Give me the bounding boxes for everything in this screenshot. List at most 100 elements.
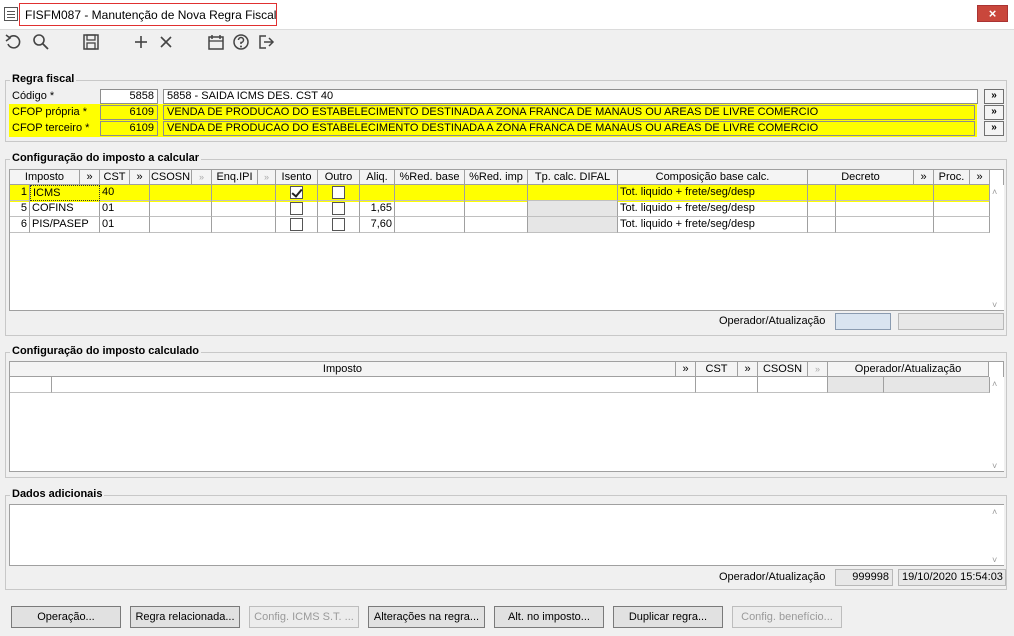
cell-red-imp[interactable] xyxy=(465,185,528,201)
cell-aliq[interactable]: 1,65 xyxy=(360,201,395,217)
cell-imposto[interactable] xyxy=(52,377,696,393)
codigo-lookup-button[interactable]: » xyxy=(984,89,1004,104)
cell-cst[interactable]: 01 xyxy=(100,201,150,217)
outro-checkbox[interactable] xyxy=(332,186,345,199)
isento-checkbox[interactable] xyxy=(290,202,303,215)
outro-checkbox[interactable] xyxy=(332,218,345,231)
regra-relacionada-button[interactable]: Regra relacionada... xyxy=(130,606,240,628)
cell-decreto-code[interactable] xyxy=(808,185,836,201)
cell-enq-ipi[interactable] xyxy=(212,201,276,217)
save-icon[interactable] xyxy=(81,33,101,53)
cell-composicao[interactable]: Tot. liquido + frete/seg/desp xyxy=(618,185,808,201)
cfop-propria-input[interactable]: 6109 xyxy=(100,105,158,120)
scroll-up-icon[interactable]: ˄ xyxy=(992,507,997,517)
operacao-button[interactable]: Operação... xyxy=(11,606,121,628)
calendar-icon[interactable] xyxy=(206,33,226,53)
cell-decreto[interactable] xyxy=(836,201,934,217)
config-beneficio-button[interactable]: Config. benefício... xyxy=(732,606,842,628)
scroll-down-icon[interactable]: ˅ xyxy=(992,300,997,310)
col-header-imposto[interactable]: Imposto xyxy=(10,170,80,185)
cell-imposto[interactable]: ICMS xyxy=(30,185,100,201)
scroll-up-icon[interactable]: ˄ xyxy=(992,379,997,389)
scroll-down-icon[interactable]: ˅ xyxy=(992,555,997,565)
cell-cst[interactable]: 40 xyxy=(100,185,150,201)
col-header-decreto[interactable]: Decreto xyxy=(808,170,914,185)
outro-checkbox[interactable] xyxy=(332,202,345,215)
search-icon[interactable] xyxy=(31,33,51,53)
close-button[interactable]: × xyxy=(977,5,1008,22)
col-header-proc-more[interactable]: » xyxy=(970,170,990,185)
cell-decreto-code[interactable] xyxy=(808,217,836,233)
codigo-input[interactable]: 5858 xyxy=(100,89,158,104)
cell-aliq[interactable]: 7,60 xyxy=(360,217,395,233)
alteracoes-regra-button[interactable]: Alterações na regra... xyxy=(368,606,485,628)
col-header-enq-ipi[interactable]: Enq.IPI xyxy=(212,170,258,185)
col-header-composicao[interactable]: Composição base calc. xyxy=(618,170,808,185)
cell-cst[interactable] xyxy=(696,377,758,393)
dados-adicionais-textarea[interactable] xyxy=(9,504,1004,566)
calc-vertical-scrollbar[interactable]: ˄ ˅ xyxy=(990,185,1004,310)
cell-proc[interactable] xyxy=(934,185,990,201)
col-header-isento[interactable]: Isento xyxy=(276,170,318,185)
col-header-proc[interactable]: Proc. xyxy=(934,170,970,185)
dados-vertical-scrollbar[interactable]: ˄ ˅ xyxy=(990,505,1004,565)
cell-red-base[interactable] xyxy=(395,217,465,233)
exit-icon[interactable] xyxy=(256,33,276,53)
cfop-terceiro-input[interactable]: 6109 xyxy=(100,121,158,136)
codigo-description[interactable]: 5858 - SAIDA ICMS DES. CST 40 xyxy=(163,89,978,104)
cfop-terceiro-lookup-button[interactable]: » xyxy=(984,121,1004,136)
cell-red-imp[interactable] xyxy=(465,217,528,233)
col-header-red-imp[interactable]: %Red. imp xyxy=(465,170,528,185)
undo-icon[interactable] xyxy=(4,33,24,53)
scroll-down-icon[interactable]: ˅ xyxy=(992,461,997,471)
cfop-terceiro-description[interactable]: VENDA DE PRODUCAO DO ESTABELECIMENTO DES… xyxy=(163,121,975,136)
col-header-csosn[interactable]: CSOSN xyxy=(758,362,808,377)
delete-icon[interactable] xyxy=(156,33,176,53)
isento-checkbox[interactable] xyxy=(290,186,303,199)
cfop-propria-description[interactable]: VENDA DE PRODUCAO DO ESTABELECIMENTO DES… xyxy=(163,105,975,120)
col-header-imposto-more[interactable]: » xyxy=(676,362,696,377)
cell-composicao[interactable]: Tot. liquido + frete/seg/desp xyxy=(618,201,808,217)
col-header-enq-ipi-more[interactable]: » xyxy=(258,170,276,185)
cell-decreto[interactable] xyxy=(836,217,934,233)
cell-proc[interactable] xyxy=(934,201,990,217)
cell-decreto[interactable] xyxy=(836,185,934,201)
cell-csosn[interactable] xyxy=(150,217,212,233)
isento-checkbox[interactable] xyxy=(290,218,303,231)
cell-tp-calc[interactable] xyxy=(528,185,618,201)
col-header-csosn-more[interactable]: » xyxy=(192,170,212,185)
col-header-decreto-more[interactable]: » xyxy=(914,170,934,185)
cell-num[interactable] xyxy=(10,377,52,393)
col-header-aliq[interactable]: Aliq. xyxy=(360,170,395,185)
col-header-csosn-more[interactable]: » xyxy=(808,362,828,377)
cell-composicao[interactable]: Tot. liquido + frete/seg/desp xyxy=(618,217,808,233)
cell-imposto[interactable]: PIS/PASEP xyxy=(30,217,100,233)
alt-imposto-button[interactable]: Alt. no imposto... xyxy=(494,606,604,628)
col-header-cst-more[interactable]: » xyxy=(130,170,150,185)
cell-cst[interactable]: 01 xyxy=(100,217,150,233)
col-header-operador[interactable]: Operador/Atualização xyxy=(828,362,989,377)
cell-red-base[interactable] xyxy=(395,185,465,201)
scroll-up-icon[interactable]: ˄ xyxy=(992,187,997,197)
cell-enq-ipi[interactable] xyxy=(212,217,276,233)
col-header-cst[interactable]: CST xyxy=(100,170,130,185)
add-icon[interactable] xyxy=(131,33,151,53)
col-header-tp-calc-difal[interactable]: Tp. calc. DIFAL xyxy=(528,170,618,185)
col-header-imposto[interactable]: Imposto xyxy=(10,362,676,377)
cell-enq-ipi[interactable] xyxy=(212,185,276,201)
cell-red-imp[interactable] xyxy=(465,201,528,217)
cfop-propria-lookup-button[interactable]: » xyxy=(984,105,1004,120)
cell-decreto-code[interactable] xyxy=(808,201,836,217)
duplicar-regra-button[interactable]: Duplicar regra... xyxy=(613,606,723,628)
col-header-cst[interactable]: CST xyxy=(696,362,738,377)
cell-imposto[interactable]: COFINS xyxy=(30,201,100,217)
help-icon[interactable] xyxy=(231,33,251,53)
cell-proc[interactable] xyxy=(934,217,990,233)
col-header-imposto-more[interactable]: » xyxy=(80,170,100,185)
cell-csosn[interactable] xyxy=(758,377,828,393)
col-header-csosn[interactable]: CSOSN xyxy=(150,170,192,185)
col-header-red-base[interactable]: %Red. base xyxy=(395,170,465,185)
config-icms-st-button[interactable]: Config. ICMS S.T. ... xyxy=(249,606,359,628)
cell-aliq[interactable] xyxy=(360,185,395,201)
cell-red-base[interactable] xyxy=(395,201,465,217)
